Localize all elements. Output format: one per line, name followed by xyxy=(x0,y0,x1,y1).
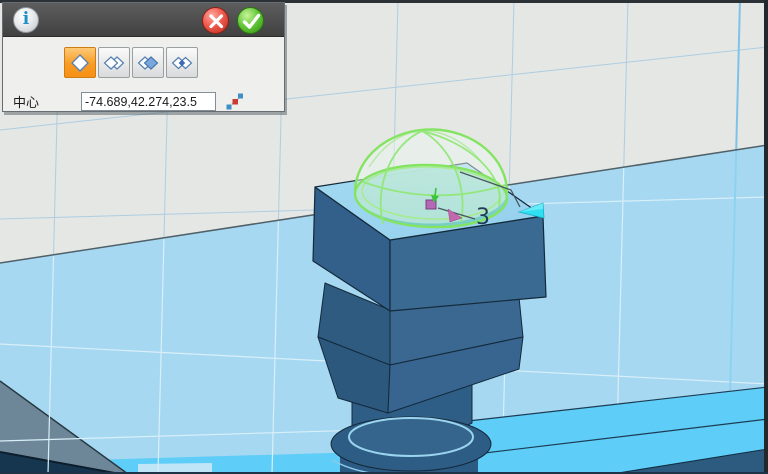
center-field-row: 中心 xyxy=(13,92,245,111)
info-glyph: i xyxy=(23,11,29,28)
cancel-button[interactable] xyxy=(202,7,229,34)
point-input-dialog: i xyxy=(2,2,285,112)
diamond-midpoint-icon xyxy=(170,53,194,73)
point-picker-icon[interactable] xyxy=(225,92,245,111)
center-field-label: 中心 xyxy=(13,92,81,111)
dialog-titlebar[interactable]: i xyxy=(3,3,284,37)
dimension-label: 3 xyxy=(476,205,490,230)
cad-viewport[interactable]: 3 i xyxy=(0,0,768,474)
diamond-pair-blue-icon xyxy=(136,53,160,73)
double-diamond-icon xyxy=(102,53,126,73)
point-mode-toolbar xyxy=(64,47,198,78)
mode-between-points-button[interactable] xyxy=(166,47,198,78)
confirm-icon xyxy=(238,8,265,35)
confirm-button[interactable] xyxy=(237,7,264,34)
cancel-icon xyxy=(203,8,230,35)
info-icon[interactable]: i xyxy=(13,7,39,33)
mode-single-point-button[interactable] xyxy=(64,47,96,78)
center-input[interactable] xyxy=(81,92,216,111)
diamond-icon xyxy=(68,53,92,73)
mode-two-points-button[interactable] xyxy=(98,47,130,78)
mode-point-to-point-button[interactable] xyxy=(132,47,164,78)
